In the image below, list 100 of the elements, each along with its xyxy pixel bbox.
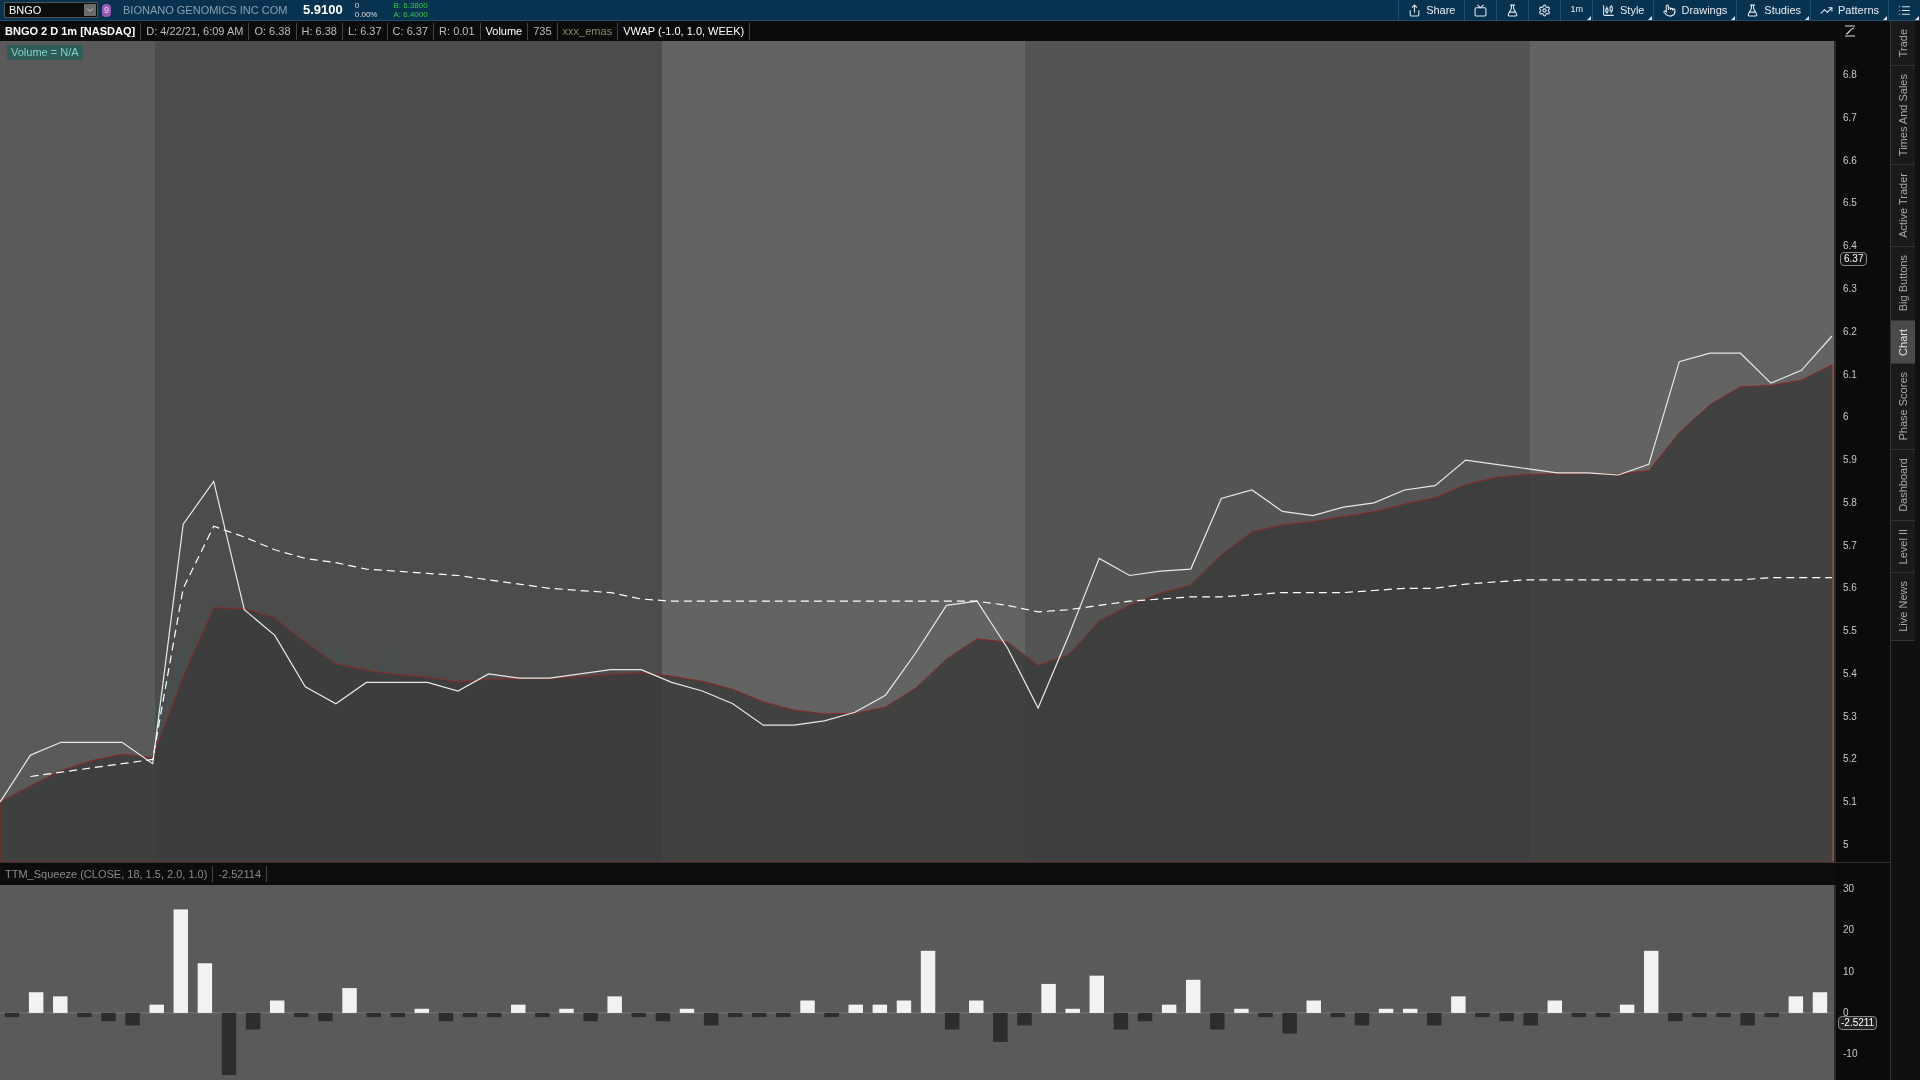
menu-icon bbox=[1898, 3, 1911, 17]
legend-item: VWAP (-1.0, 1.0, WEEK) bbox=[618, 22, 751, 40]
side-tab[interactable]: Active Trader bbox=[1891, 165, 1915, 248]
histogram-bar bbox=[318, 1012, 333, 1022]
toolbar-button[interactable]: Share bbox=[1398, 0, 1465, 21]
histogram-bar bbox=[366, 1012, 381, 1018]
histogram-bar bbox=[270, 1000, 285, 1013]
last-price: 5.9100 bbox=[303, 1, 343, 20]
histogram-bar bbox=[1764, 1012, 1779, 1018]
histogram-bar bbox=[776, 1012, 791, 1018]
histogram-bar bbox=[920, 950, 936, 1013]
histogram-bar bbox=[1041, 983, 1056, 1013]
histogram-bar bbox=[1378, 1008, 1394, 1013]
histogram-bar bbox=[390, 1012, 405, 1018]
settings-icon bbox=[1538, 3, 1552, 17]
histogram-bar bbox=[1595, 1012, 1611, 1018]
axis-tick-label: 30 bbox=[1843, 882, 1855, 895]
axis-tick-label: 10 bbox=[1843, 965, 1855, 978]
histogram-bar bbox=[1282, 1012, 1297, 1034]
histogram-bar bbox=[1668, 1012, 1683, 1022]
axis-tick-label: 6.8 bbox=[1843, 69, 1857, 82]
axis-tick-label: 5 bbox=[1843, 838, 1849, 851]
axis-tick-label: 6.6 bbox=[1843, 154, 1857, 167]
histogram-bar bbox=[1716, 1012, 1731, 1018]
histogram-bar bbox=[993, 1012, 1008, 1042]
histogram-bar bbox=[414, 1008, 430, 1013]
histogram-bar bbox=[1644, 950, 1659, 1013]
side-tab[interactable]: Chart bbox=[1891, 320, 1915, 365]
histogram-bar bbox=[1402, 1008, 1418, 1013]
histogram-bar bbox=[101, 1012, 116, 1022]
histogram-bar bbox=[559, 1008, 574, 1013]
histogram-bar bbox=[535, 1012, 550, 1018]
monitor-icon bbox=[1474, 3, 1488, 17]
axis-tick-label: 5.2 bbox=[1843, 753, 1857, 766]
dropdown-button[interactable] bbox=[84, 4, 96, 16]
histogram-bar bbox=[679, 1008, 695, 1013]
legend-item: C: 6.37 bbox=[387, 22, 435, 40]
price-badge: 6.37 bbox=[1840, 252, 1868, 267]
indicator-title: TTM_Squeeze (CLOSE, 18, 1.5, 2.0, 1.0) bbox=[0, 865, 214, 883]
flask-icon bbox=[1746, 3, 1760, 17]
axis-tick-label: 6.5 bbox=[1843, 197, 1857, 210]
histogram-bar bbox=[896, 1000, 912, 1013]
hand-pointer-icon bbox=[1663, 3, 1677, 17]
axis-tick-label: 5.1 bbox=[1843, 796, 1857, 809]
axis-tick-label: 5.8 bbox=[1843, 496, 1857, 509]
legend-item: O: 6.38 bbox=[249, 22, 297, 40]
histogram-bar bbox=[4, 1012, 20, 1018]
link-group-badge[interactable]: 9 bbox=[102, 3, 111, 17]
axis-tick-label: 6.2 bbox=[1843, 325, 1857, 338]
histogram-bar bbox=[1788, 996, 1804, 1013]
histogram-bar bbox=[1475, 1012, 1490, 1018]
legend-item: H: 6.38 bbox=[296, 22, 343, 40]
histogram-bar bbox=[1692, 1012, 1707, 1018]
side-tab[interactable]: Trade bbox=[1891, 21, 1915, 67]
histogram-bar bbox=[342, 988, 357, 1013]
side-tab[interactable]: Times And Sales bbox=[1891, 66, 1915, 166]
percent-change: 0.00% bbox=[354, 10, 378, 19]
histogram-bar bbox=[1547, 1000, 1562, 1013]
symbol-field[interactable]: BNGO bbox=[4, 2, 98, 18]
histogram-bar bbox=[511, 1004, 526, 1013]
histogram-bar bbox=[462, 1012, 478, 1018]
axis-tick-label: 5.6 bbox=[1843, 582, 1857, 595]
histogram-bar bbox=[77, 1012, 92, 1018]
histogram-bar bbox=[1330, 1012, 1346, 1018]
company-name: BIONANO GENOMICS INC COM bbox=[123, 2, 289, 18]
histogram-bar bbox=[1089, 975, 1104, 1013]
side-tab[interactable]: Level II bbox=[1891, 520, 1915, 574]
legend-item: D: 4/22/21, 6:09 AM bbox=[141, 22, 250, 40]
histogram-bar bbox=[438, 1012, 454, 1022]
share-icon bbox=[1408, 3, 1422, 17]
histogram-bar bbox=[1451, 996, 1466, 1013]
indicator-badge: -2.5211 bbox=[1838, 1016, 1878, 1031]
axis-tick-label: 6.1 bbox=[1843, 368, 1857, 381]
side-tab[interactable]: Phase Scores bbox=[1891, 364, 1915, 450]
side-tab[interactable]: Live News bbox=[1891, 573, 1915, 641]
zoom-fit-icon[interactable] bbox=[1844, 25, 1856, 37]
legend-item: L: 6.37 bbox=[342, 22, 388, 40]
histogram-bar bbox=[149, 1004, 164, 1013]
flask-icon bbox=[1506, 3, 1520, 17]
histogram-bar bbox=[1186, 979, 1201, 1013]
histogram-bar bbox=[1571, 1012, 1587, 1018]
legend-item: R: 0.01 bbox=[434, 22, 481, 40]
side-tab[interactable]: Big Buttons bbox=[1891, 247, 1915, 321]
axis-tick-label: -10 bbox=[1843, 1048, 1858, 1061]
histogram-bar bbox=[583, 1012, 598, 1022]
axis-tick-label: 6.3 bbox=[1843, 283, 1857, 295]
axis-tick-label: 6.7 bbox=[1843, 111, 1857, 124]
chart-title: BNGO 2 D 1m [NASDAQ] bbox=[0, 22, 142, 40]
histogram-bar bbox=[1137, 1012, 1153, 1022]
histogram-bar bbox=[197, 963, 213, 1013]
histogram-bar bbox=[752, 1012, 767, 1018]
axis-tick-label: 5.3 bbox=[1843, 710, 1857, 723]
side-tab[interactable]: Dashboard bbox=[1891, 449, 1915, 521]
caret-icon bbox=[85, 5, 95, 15]
histogram-bar bbox=[824, 1012, 839, 1018]
histogram-bar bbox=[1161, 1004, 1177, 1013]
histogram-bar bbox=[1619, 1004, 1635, 1013]
axis-tick-label: 6.4 bbox=[1843, 240, 1857, 253]
candlestick-icon bbox=[1602, 3, 1615, 17]
histogram-bar bbox=[631, 1012, 646, 1018]
